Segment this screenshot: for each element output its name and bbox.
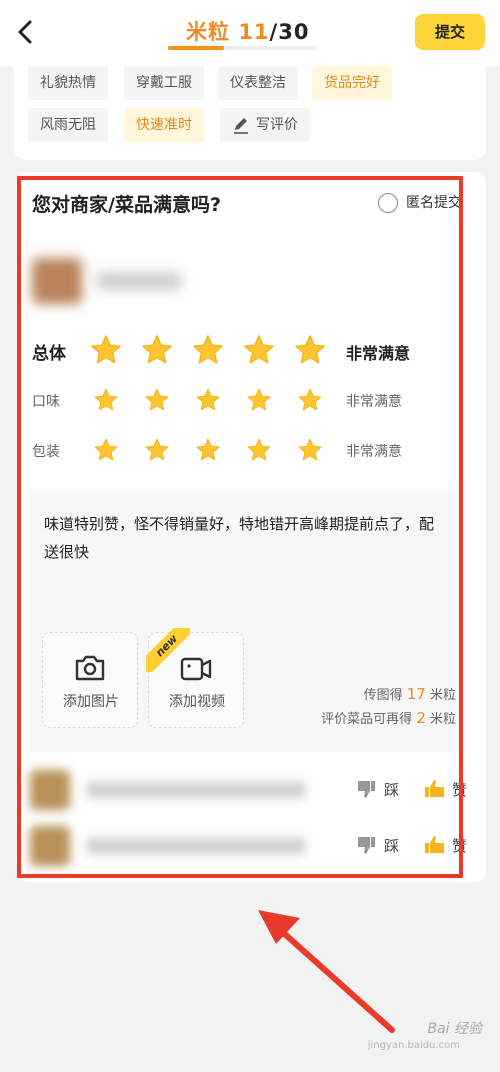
annotation-arrow [258,910,395,1033]
watermark-url: jingyan.baidu.com [367,1040,460,1051]
watermark-logo: Bai 经验 [427,1021,482,1037]
